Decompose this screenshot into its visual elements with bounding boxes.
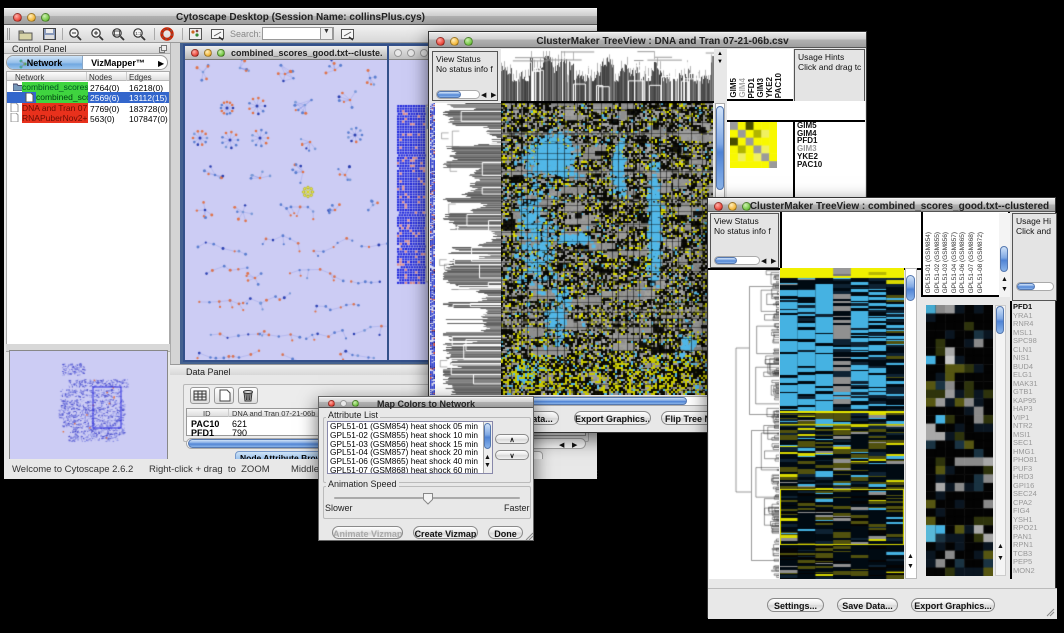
svg-text:1:1: 1:1 — [135, 31, 142, 36]
